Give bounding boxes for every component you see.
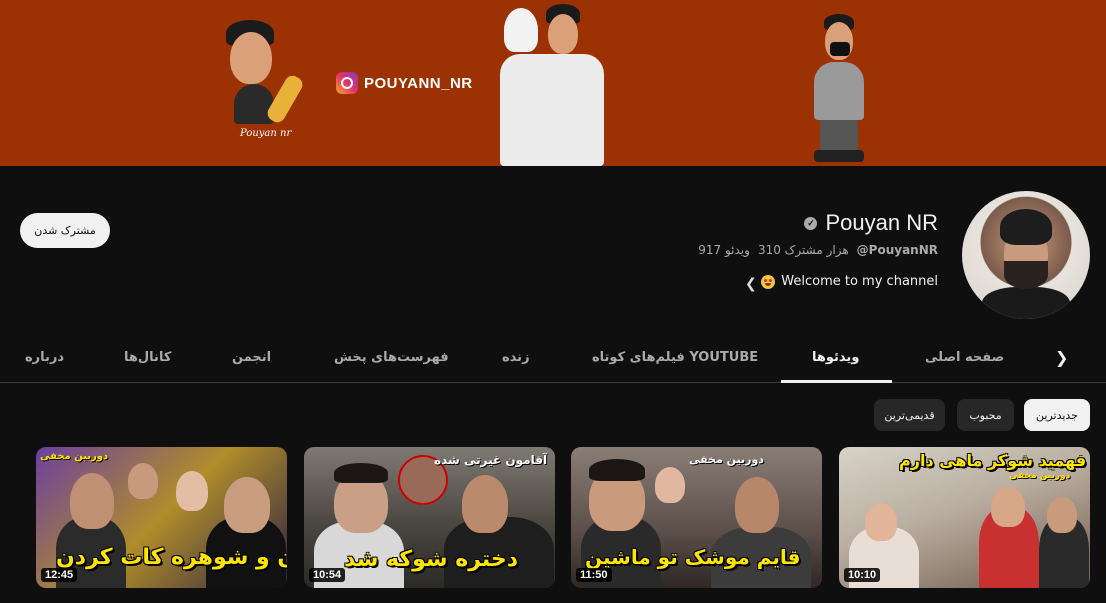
chip-latest[interactable]: جدیدترین — [1024, 399, 1090, 431]
video-title-overlay: دختره شوکه شد — [344, 547, 519, 572]
tab-home[interactable]: صفحه اصلی — [925, 350, 1004, 365]
channel-meta: 917 ویدئو 310 هزار مشترک @PouyanNR — [698, 243, 938, 257]
video-count: 917 ویدئو — [698, 243, 750, 257]
channel-name-text: Pouyan NR — [825, 210, 938, 235]
banner-cartoon-figure — [498, 2, 608, 166]
video-duration: 10:54 — [309, 568, 346, 582]
video-title-overlay: قایم موشک تو ماشین — [585, 545, 801, 569]
tab-community[interactable]: انجمن — [232, 350, 271, 365]
channel-description-text: Welcome to my channel — [781, 274, 938, 289]
video-thumbnail[interactable]: دوربین مخفی زن و شوهره کات کردن 12:45 — [36, 447, 287, 588]
banner-caption: Pouyan nr — [240, 128, 292, 139]
chevron-right-icon[interactable]: ❯ — [1055, 348, 1068, 367]
video-thumbnail[interactable]: دوربین مخفی قایم موشک تو ماشین 11:50 — [571, 447, 822, 588]
chevron-left-icon[interactable]: ❮ — [745, 276, 757, 292]
video-title-overlay: زن و شوهره کات کردن — [56, 545, 287, 570]
channel-name: ✓ Pouyan NR — [804, 210, 938, 236]
instagram-icon — [336, 72, 358, 94]
tab-about[interactable]: درباره — [25, 350, 64, 365]
instagram-promo: POUYANN_NR — [336, 72, 473, 94]
tab-videos[interactable]: ویدئوها — [812, 350, 859, 365]
star-eyes-emoji-icon — [761, 274, 776, 289]
video-tag: دوربین مخفی — [689, 453, 764, 466]
verified-check-icon: ✓ — [804, 216, 818, 230]
video-duration: 11:50 — [576, 568, 612, 582]
tab-shorts[interactable]: فیلم‌های کوتاه YOUTUBE — [592, 350, 758, 365]
channel-avatar[interactable] — [962, 191, 1090, 319]
video-title-overlay: هانیه فهمید شوکر ماهی دارم — [899, 451, 1090, 470]
active-tab-indicator — [781, 380, 892, 383]
subscriber-count: 310 هزار مشترک — [757, 243, 849, 257]
channel-handle: @PouyanNR — [856, 243, 938, 257]
chip-oldest[interactable]: قدیمی‌ترین — [874, 399, 945, 431]
subscribe-button[interactable]: مشترک شدن — [20, 213, 110, 248]
channel-tabs: ❯ صفحه اصلی ویدئوها فیلم‌های کوتاه YOUTU… — [0, 336, 1106, 383]
video-tag: دوربین مخفی — [1009, 471, 1071, 481]
chip-popular[interactable]: محبوب — [957, 399, 1014, 431]
video-tag: آقامون غیرتی شده — [434, 453, 548, 467]
tab-live[interactable]: زنده — [502, 350, 530, 365]
video-thumbnail[interactable]: آقامون غیرتی شده دختره شوکه شد 10:54 — [304, 447, 555, 588]
tab-channels[interactable]: کانال‌ها — [124, 350, 171, 365]
instagram-handle: POUYANN_NR — [364, 74, 473, 92]
video-tag: دوربین مخفی — [40, 451, 109, 462]
channel-banner: Pouyan nr POUYANN_NR — [0, 0, 1106, 166]
video-thumbnail[interactable]: هانیه فهمید شوکر ماهی دارم دوربین مخفی 1… — [839, 447, 1090, 588]
tab-playlists[interactable]: فهرست‌های پخش — [334, 350, 449, 365]
banner-cartoon-figure — [220, 18, 306, 138]
banner-cartoon-figure — [808, 14, 870, 164]
video-duration: 10:10 — [844, 568, 881, 582]
video-duration: 12:45 — [41, 568, 78, 582]
channel-description[interactable]: Welcome to my channel — [761, 274, 938, 289]
